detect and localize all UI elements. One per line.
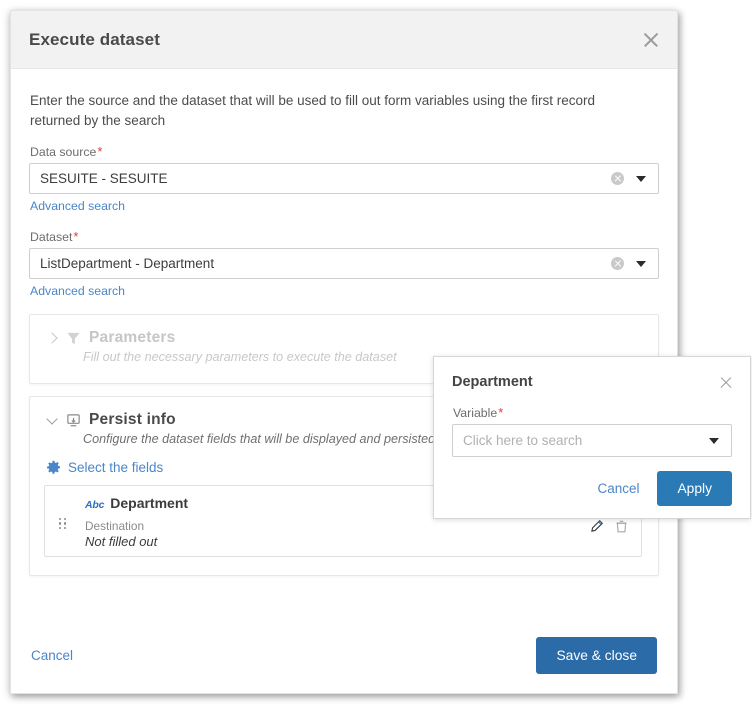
popup-cancel-button[interactable]: Cancel — [597, 481, 639, 496]
chevron-down-icon[interactable] — [44, 412, 60, 428]
data-source-label: Data source* — [30, 144, 659, 159]
variable-label: Variable* — [453, 405, 732, 420]
card-title: Department — [110, 495, 189, 512]
gear-icon — [46, 460, 61, 475]
select-the-fields-label: Select the fields — [68, 460, 164, 476]
page-title: Execute dataset — [29, 29, 160, 49]
dataset-select[interactable]: ListDepartment - Department — [29, 248, 659, 280]
cancel-button[interactable]: Cancel — [31, 648, 73, 663]
card-meta-label: Destination — [85, 519, 145, 534]
parameters-title: Parameters — [89, 329, 176, 347]
dialog-header: Execute dataset — [11, 11, 677, 69]
close-icon[interactable] — [639, 28, 663, 52]
dataset-label: Dataset* — [30, 229, 659, 244]
popup-header: Department — [452, 371, 732, 393]
save-and-close-button[interactable]: Save & close — [536, 636, 657, 674]
clear-circle-icon[interactable] — [611, 257, 624, 271]
abc-icon: Abc — [85, 499, 105, 512]
execute-dataset-dialog: Execute dataset Enter the source and the… — [10, 10, 678, 694]
persist-info-title: Persist info — [89, 411, 176, 429]
variable-value: Click here to search — [463, 433, 583, 448]
filter-icon — [66, 331, 81, 346]
variable-label-text: Variable — [453, 406, 498, 420]
chevron-down-icon[interactable] — [709, 437, 719, 444]
required-marker: * — [73, 229, 79, 245]
data-source-field-group: Data source* SESUITE - SESUITE Advanced … — [29, 144, 659, 229]
dialog-body: Enter the source and the dataset that wi… — [11, 69, 677, 639]
close-icon[interactable] — [718, 374, 734, 390]
chevron-down-icon[interactable] — [636, 260, 646, 267]
variable-select[interactable]: Click here to search — [452, 424, 732, 457]
popup-title: Department — [452, 374, 533, 390]
dataset-label-text: Dataset — [30, 230, 73, 245]
persist-info-icon — [66, 413, 81, 428]
required-marker: * — [498, 405, 504, 420]
card-actions — [589, 519, 629, 534]
dataset-field-group: Dataset* ListDepartment - Department Adv… — [29, 229, 659, 314]
dialog-footer: Cancel Save & close — [11, 617, 677, 693]
card-meta-value: Not filled out — [85, 534, 158, 550]
required-marker: * — [97, 144, 103, 160]
data-source-select[interactable]: SESUITE - SESUITE — [29, 163, 659, 195]
data-source-label-text: Data source — [30, 145, 97, 160]
parameters-header[interactable]: Parameters — [44, 329, 642, 347]
data-source-value: SESUITE - SESUITE — [40, 171, 168, 187]
chevron-down-icon[interactable] — [636, 175, 646, 182]
drag-handle-icon[interactable] — [59, 518, 67, 531]
screen: Execute dataset Enter the source and the… — [0, 0, 752, 705]
clear-circle-icon[interactable] — [611, 172, 624, 186]
pencil-icon[interactable] — [589, 519, 604, 534]
popup-actions: Cancel Apply — [452, 471, 732, 506]
data-source-advanced-search-link[interactable]: Advanced search — [30, 199, 125, 213]
trash-icon[interactable] — [614, 519, 629, 534]
dataset-advanced-search-link[interactable]: Advanced search — [30, 284, 125, 298]
intro-text: Enter the source and the dataset that wi… — [30, 93, 596, 128]
chevron-right-icon[interactable] — [44, 330, 60, 346]
variable-popup: Department Variable* Click here to searc… — [433, 356, 751, 519]
dataset-value: ListDepartment - Department — [40, 256, 215, 272]
popup-apply-button[interactable]: Apply — [657, 471, 732, 506]
